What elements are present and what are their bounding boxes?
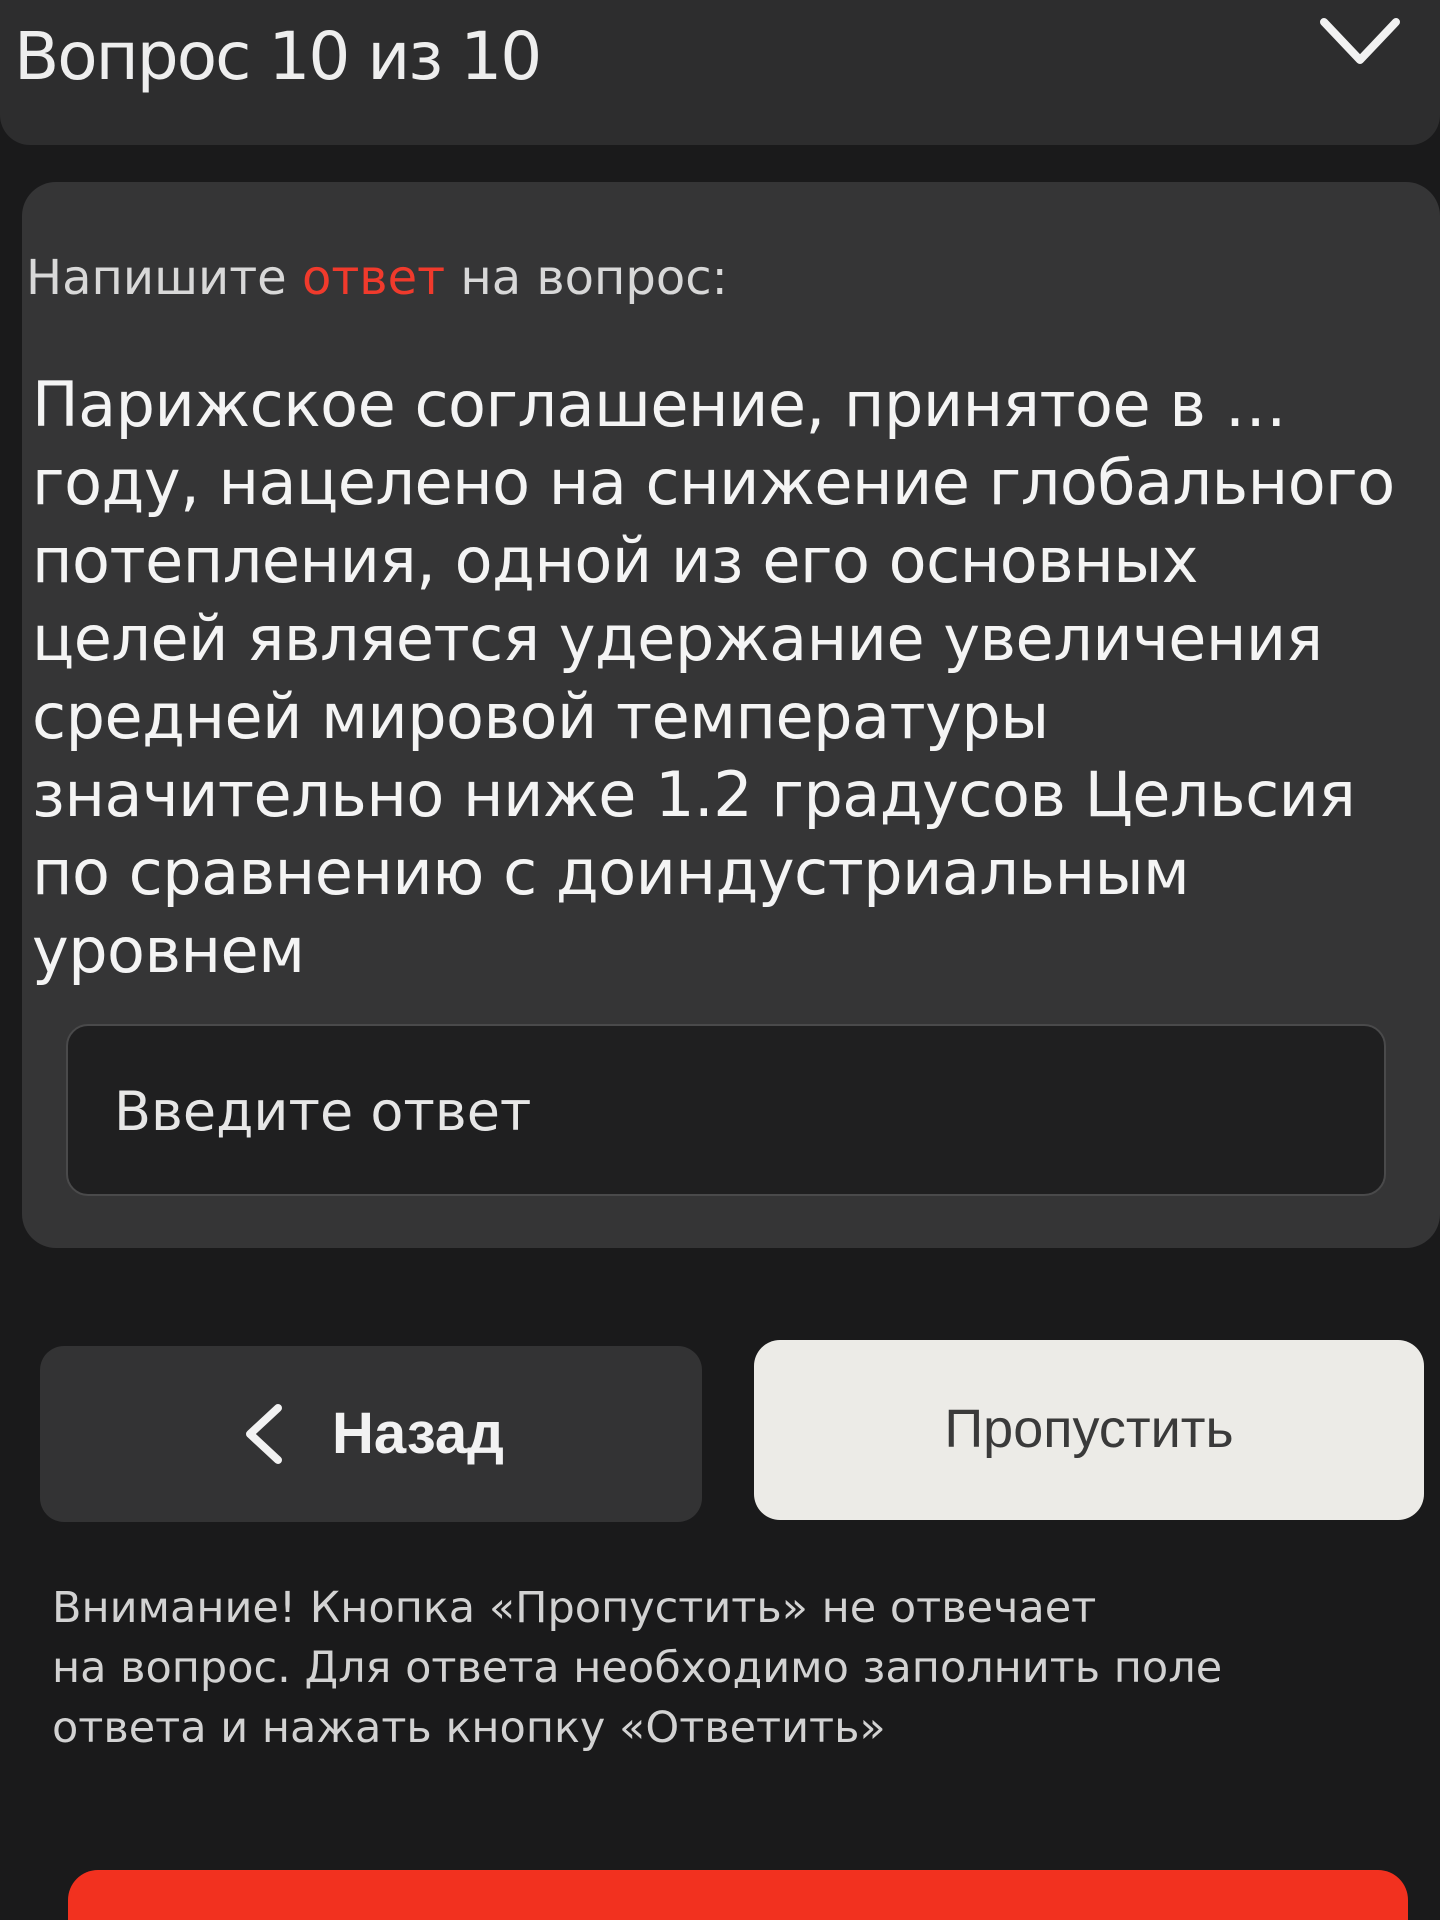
- header-bar: Вопрос 10 из 10: [0, 0, 1440, 145]
- back-button-label: Назад: [332, 1401, 504, 1466]
- chevron-left-icon: [246, 1404, 282, 1464]
- chevron-down-icon[interactable]: [1318, 12, 1402, 72]
- skip-button-label: Пропустить: [944, 1399, 1234, 1459]
- answer-field[interactable]: [66, 1024, 1386, 1196]
- instruction-text: Напишите ответ на вопрос:: [26, 250, 728, 306]
- instruction-accent-word: ответ: [301, 250, 446, 306]
- question-text: Парижское соглашение, принятое в … году,…: [32, 368, 1395, 987]
- question-card: Напишите ответ на вопрос: Парижское согл…: [22, 182, 1440, 1248]
- skip-button[interactable]: Пропустить: [754, 1340, 1424, 1520]
- answer-input[interactable]: [112, 1070, 1316, 1152]
- quiz-screen: Вопрос 10 из 10 Напишите ответ на вопрос…: [0, 0, 1440, 1920]
- question-counter: Вопрос 10 из 10: [14, 18, 542, 95]
- warning-line: на вопрос. Для ответа необходимо заполни…: [52, 1643, 1223, 1693]
- instruction-suffix: на вопрос:: [445, 250, 728, 306]
- warning-line: Внимание! Кнопка «Пропустить» не отвечае…: [52, 1583, 1097, 1633]
- skip-warning-text: Внимание! Кнопка «Пропустить» не отвечае…: [52, 1578, 1392, 1758]
- instruction-prefix: Напишите: [26, 250, 302, 306]
- answer-button[interactable]: [68, 1870, 1408, 1920]
- back-button[interactable]: Назад: [40, 1346, 702, 1522]
- warning-line: ответа и нажать кнопку «Ответить»: [52, 1703, 886, 1753]
